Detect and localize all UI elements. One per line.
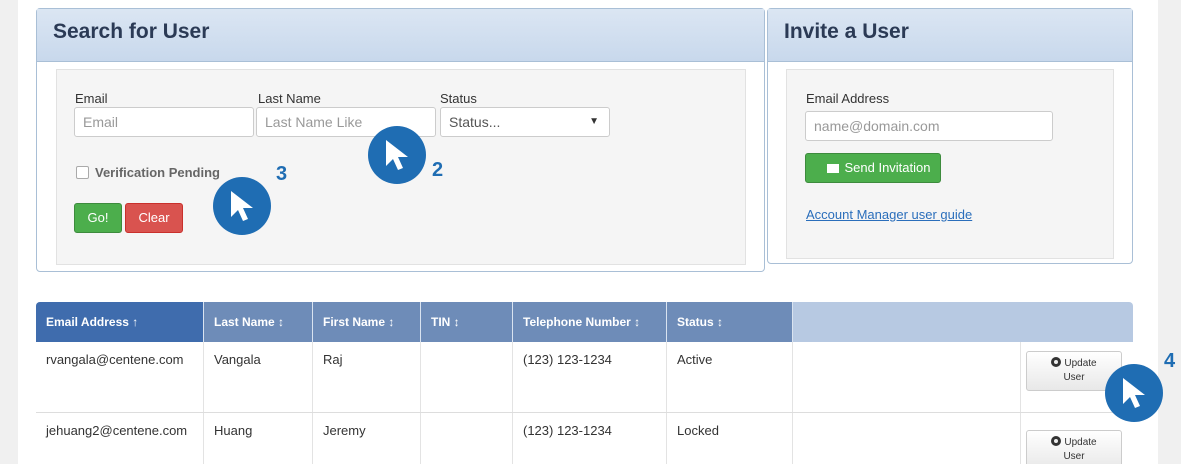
callout-number: 4 [1164, 350, 1176, 372]
cell-last-name: Huang [204, 413, 313, 464]
search-panel-title: Search for User [37, 9, 764, 62]
invite-email-label: Email Address [806, 91, 890, 106]
column-header-status[interactable]: Status ↕ [667, 302, 793, 342]
cell-email: jehuang2@centene.com [36, 413, 204, 464]
cell-status: Locked [667, 413, 793, 464]
gear-icon [1051, 436, 1062, 446]
send-invitation-label: Send Invitation [844, 160, 931, 175]
envelope-icon [827, 164, 840, 173]
column-header-tin[interactable]: TIN ↕ [421, 302, 513, 342]
lastname-label: Last Name [258, 91, 321, 106]
verification-pending-checkbox[interactable] [76, 166, 89, 179]
column-header-email[interactable]: Email Address ↑ [36, 302, 204, 342]
table-row: jehuang2@centene.com Huang Jeremy (123) … [36, 413, 1133, 464]
update-label: Update [1064, 358, 1097, 369]
invite-email-input[interactable]: name@domain.com [805, 111, 1053, 141]
update-label-user: User [1063, 372, 1085, 383]
callout-number: 3 [276, 163, 288, 185]
cell-telephone: (123) 123-1234 [513, 342, 667, 412]
status-select-value: Status... [449, 114, 501, 130]
gear-icon [1051, 357, 1062, 367]
cell-first-name: Jeremy [313, 413, 421, 464]
account-manager-guide-link[interactable]: Account Manager user guide [806, 207, 972, 222]
cell-tin [421, 413, 513, 464]
cell-tin [421, 342, 513, 412]
email-label: Email [75, 91, 108, 106]
cell-email: rvangala@centene.com [36, 342, 204, 412]
send-invitation-button[interactable]: Send Invitation [805, 153, 941, 183]
table-header: Email Address ↑ Last Name ↕ First Name ↕… [36, 302, 1133, 342]
column-header-first-name[interactable]: First Name ↕ [313, 302, 421, 342]
caret-down-icon: ▼ [589, 116, 599, 127]
callout-cursor-icon [1105, 364, 1163, 422]
cell-last-name: Vangala [204, 342, 313, 412]
invite-panel: Invite a User Email Address name@domain.… [767, 8, 1133, 264]
go-button[interactable]: Go! [74, 203, 122, 233]
email-input[interactable]: Email [74, 107, 254, 137]
callout-number: 2 [432, 159, 444, 181]
invite-panel-title: Invite a User [768, 9, 1132, 62]
update-label-user: User [1063, 451, 1085, 462]
update-user-button[interactable]: Update User [1026, 430, 1122, 464]
cell-telephone: (123) 123-1234 [513, 413, 667, 464]
callout-cursor-icon [368, 126, 426, 184]
update-label: Update [1064, 437, 1097, 448]
cell-first-name: Raj [313, 342, 421, 412]
callout-cursor-icon [213, 177, 271, 235]
table-row: rvangala@centene.com Vangala Raj (123) 1… [36, 342, 1133, 413]
status-select[interactable]: Status... ▼ [440, 107, 610, 137]
verification-pending-label[interactable]: Verification Pending [95, 165, 220, 180]
column-header-telephone[interactable]: Telephone Number ↕ [513, 302, 667, 342]
cell-status: Active [667, 342, 793, 412]
clear-button[interactable]: Clear [125, 203, 183, 233]
column-header-last-name[interactable]: Last Name ↕ [204, 302, 313, 342]
users-table: Email Address ↑ Last Name ↕ First Name ↕… [36, 302, 1133, 464]
status-label: Status [440, 91, 477, 106]
cell-empty [793, 413, 1021, 464]
cell-empty [793, 342, 1021, 412]
invite-form-area: Email Address name@domain.com Send Invit… [786, 69, 1114, 259]
